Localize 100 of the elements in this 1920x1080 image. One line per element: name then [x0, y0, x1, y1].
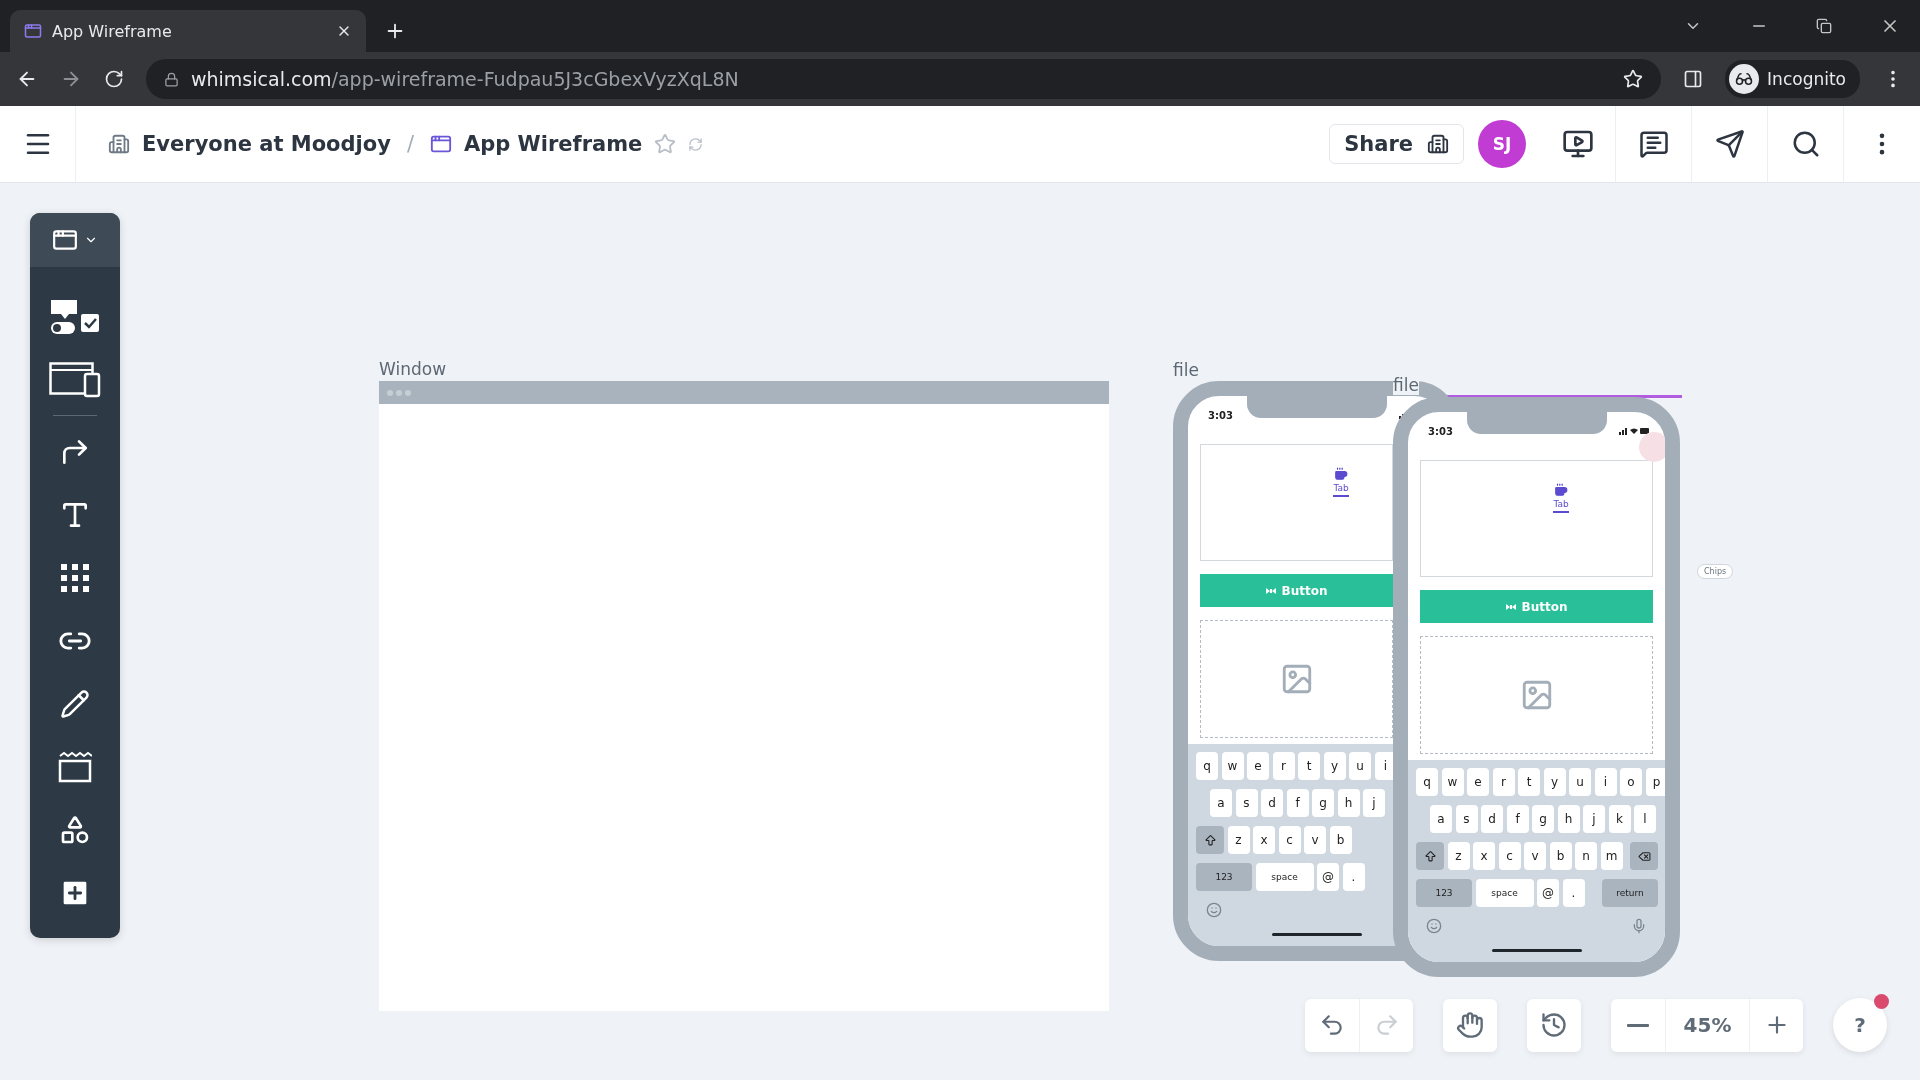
- tab-item[interactable]: Tab: [1333, 467, 1349, 497]
- keyboard-key: k: [1608, 805, 1631, 833]
- breadcrumb-link[interactable]: App Wireframe: [463, 132, 643, 156]
- bookmark-star-icon[interactable]: [1623, 69, 1644, 89]
- keyboard-key: s: [1235, 789, 1258, 817]
- frame-picker[interactable]: [30, 213, 120, 267]
- comment-icon[interactable]: [1638, 129, 1669, 159]
- keyboard-key: c: [1498, 842, 1521, 870]
- keyboard-key: d: [1261, 789, 1283, 817]
- board-icon: [429, 133, 452, 155]
- frame-label: file: [1393, 376, 1419, 395]
- keyboard-key: d: [1481, 805, 1503, 833]
- hand-icon: [1456, 1011, 1484, 1039]
- keyboard-key: @: [1537, 879, 1559, 907]
- keyboard-key: c: [1278, 826, 1301, 854]
- present-icon[interactable]: [1561, 128, 1594, 160]
- restore-icon[interactable]: [1816, 18, 1832, 34]
- keyboard-key: e: [1467, 768, 1489, 796]
- components-icon[interactable]: [49, 297, 101, 336]
- shift-arrow-icon: [1203, 833, 1217, 847]
- keyboard-key: j: [1363, 789, 1385, 817]
- lock-icon: [164, 71, 179, 87]
- space-key: space: [1255, 863, 1314, 891]
- keyboard-key: z: [1447, 842, 1470, 870]
- keyboard-key: a: [1430, 805, 1452, 833]
- keyboard-key: j: [1583, 805, 1605, 833]
- keyboard-key: f: [1506, 805, 1529, 833]
- reload-icon[interactable]: [104, 69, 124, 89]
- section-icon[interactable]: [58, 750, 92, 783]
- button-glyph-icon: [1505, 602, 1516, 611]
- keyboard-key: p: [1645, 768, 1665, 796]
- star-icon[interactable]: [654, 133, 677, 155]
- shapes-icon[interactable]: [59, 813, 91, 846]
- keyboard-key: f: [1286, 789, 1309, 817]
- keyboard-key: s: [1455, 805, 1478, 833]
- keyboard-key: r: [1492, 768, 1515, 796]
- send-icon[interactable]: [1714, 129, 1745, 159]
- keyboard-key: t: [1518, 768, 1540, 796]
- keyboard-key: h: [1337, 789, 1360, 817]
- chip: Chips: [1697, 564, 1734, 579]
- window-icon: [52, 227, 78, 253]
- emoji-icon: [1426, 918, 1442, 934]
- address-bar[interactable]: whimsical.com/app-wireframe-Fudpau5J3cGbexVyzXqL8N: [146, 59, 1662, 99]
- backspace-icon: [1637, 849, 1651, 863]
- keyboard-key: r: [1272, 752, 1295, 780]
- keyboard-key: .: [1342, 863, 1365, 891]
- space-key: space: [1475, 879, 1534, 907]
- tab-item[interactable]: Tab: [1553, 483, 1569, 513]
- keyboard-key: m: [1600, 842, 1623, 870]
- incognito-icon: [1729, 64, 1760, 94]
- keyboard-key: a: [1210, 789, 1232, 817]
- keyboard-key: x: [1473, 842, 1495, 870]
- status-time: 3:03: [1428, 425, 1453, 437]
- keyboard-key: @: [1317, 863, 1339, 891]
- keyboard-key: b: [1329, 826, 1352, 854]
- cup-icon: [1554, 483, 1568, 497]
- keyboard-key: z: [1227, 826, 1250, 854]
- keyboard-key: v: [1524, 842, 1546, 870]
- building-icon: [1427, 133, 1449, 155]
- keyboard-key: .: [1562, 879, 1585, 907]
- keyboard-key: l: [1634, 805, 1656, 833]
- building-icon: [108, 133, 130, 155]
- board-icon: [24, 22, 42, 40]
- keyboard-key: y: [1543, 768, 1566, 796]
- device-frames-icon[interactable]: [49, 361, 101, 398]
- keyboard-key: w: [1221, 752, 1244, 780]
- keyboard-key: w: [1441, 768, 1464, 796]
- keyboard-key: x: [1253, 826, 1275, 854]
- minus-icon: [1627, 1023, 1649, 1027]
- keyboard-key: g: [1532, 805, 1554, 833]
- undo-icon: [1319, 1012, 1345, 1038]
- keyboard-key: v: [1304, 826, 1326, 854]
- sync-icon: [688, 136, 704, 152]
- keyboard-key: o: [1620, 768, 1642, 796]
- profile-button[interactable]: Incognito: [1725, 60, 1860, 98]
- history-icon: [1540, 1011, 1568, 1039]
- keyboard-key: n: [1575, 842, 1597, 870]
- keyboard-key: u: [1569, 768, 1591, 796]
- status-icons: [1619, 427, 1649, 435]
- numbers-key: 123: [1196, 863, 1252, 891]
- side-panel-icon[interactable]: [1683, 69, 1704, 89]
- pencil-icon[interactable]: [60, 688, 90, 719]
- grid-icon[interactable]: [59, 561, 91, 594]
- keyboard-key: i: [1594, 768, 1617, 796]
- shift-arrow-icon: [1423, 849, 1437, 863]
- return-key: return: [1602, 879, 1658, 907]
- keyboard-key: q: [1196, 752, 1218, 780]
- keyboard-key: e: [1247, 752, 1269, 780]
- keyboard-key: q: [1416, 768, 1438, 796]
- browser-tab[interactable]: App Wireframe: [10, 10, 366, 52]
- share-button[interactable]: Share: [1329, 124, 1464, 164]
- numbers-key: 123: [1416, 879, 1472, 907]
- keyboard-key: y: [1323, 752, 1346, 780]
- keyboard-key: t: [1298, 752, 1320, 780]
- breadcrumb-link[interactable]: Everyone at Moodjoy: [142, 132, 391, 156]
- user-avatar[interactable]: SJ: [1478, 120, 1526, 168]
- keyboard-key: g: [1312, 789, 1334, 817]
- button-glyph-icon: [1265, 586, 1276, 595]
- keyboard-key: b: [1549, 842, 1572, 870]
- emoji-icon: [1206, 902, 1222, 918]
